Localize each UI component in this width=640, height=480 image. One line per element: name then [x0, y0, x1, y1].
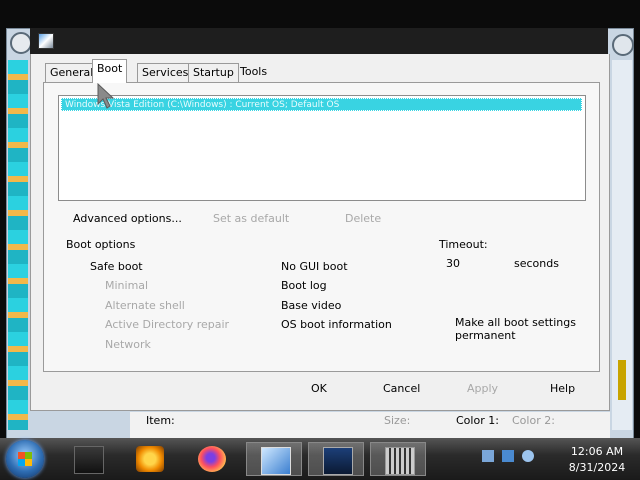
- taskbar-task-manager[interactable]: [308, 442, 364, 476]
- firefox-icon: [198, 446, 226, 472]
- msconfig-icon: [38, 33, 54, 49]
- taskbar: 12:06 AM 8/31/2024: [0, 438, 640, 480]
- task-manager-icon: [323, 447, 353, 475]
- search-icon[interactable]: [612, 34, 634, 56]
- start-button[interactable]: [6, 440, 44, 478]
- timeout-unit: seconds: [514, 257, 559, 270]
- background-properties-panel: Item: Size: Color 1: Color 2:: [130, 412, 610, 440]
- boot-options-heading: Boot options: [66, 238, 136, 251]
- size-label: Size:: [384, 414, 411, 427]
- media-player-icon: [74, 446, 104, 474]
- background-colorful-sidebar: [8, 60, 28, 430]
- set-default-button[interactable]: Set as default: [213, 212, 289, 225]
- boot-tab-panel: Windows Vista Edition (C:\Windows) : Cur…: [43, 82, 600, 372]
- apply-button[interactable]: Apply: [467, 382, 498, 395]
- minimal-radio[interactable]: Minimal: [105, 279, 148, 292]
- network-radio[interactable]: Network: [105, 338, 151, 351]
- color1-label: Color 1:: [456, 414, 499, 427]
- taskbar-firefox[interactable]: [184, 442, 240, 476]
- timeout-input[interactable]: 30: [442, 256, 510, 272]
- background-back-button[interactable]: [10, 32, 32, 54]
- taskbar-clock[interactable]: 12:06 AM 8/31/2024: [560, 444, 634, 476]
- clock-time: 12:06 AM: [570, 445, 624, 458]
- tab-boot[interactable]: Boot: [92, 59, 128, 83]
- ad-repair-radio[interactable]: Active Directory repair: [105, 318, 229, 331]
- taskbar-media-center[interactable]: [122, 442, 178, 476]
- windows-logo-icon: [18, 452, 32, 466]
- make-permanent-label: permanent: [455, 329, 516, 342]
- make-permanent-checkbox[interactable]: Make all boot settings: [455, 316, 576, 329]
- control-panel-icon: [261, 447, 291, 475]
- tab-services[interactable]: Services: [137, 63, 194, 82]
- dialog-titlebar[interactable]: [30, 28, 608, 54]
- alternate-shell-radio[interactable]: Alternate shell: [105, 299, 185, 312]
- display-tray-icon[interactable]: [502, 450, 514, 462]
- safe-boot-checkbox[interactable]: Safe boot: [90, 260, 143, 273]
- boot-os-list[interactable]: Windows Vista Edition (C:\Windows) : Cur…: [58, 95, 586, 201]
- keyboard-icon: [385, 447, 415, 475]
- os-boot-info-checkbox[interactable]: OS boot information: [281, 318, 392, 331]
- tab-tools[interactable]: Tools: [236, 63, 271, 81]
- windows-media-center-icon: [136, 446, 164, 472]
- tab-startup[interactable]: Startup: [188, 63, 239, 82]
- taskbar-control-panel[interactable]: [246, 442, 302, 476]
- help-button[interactable]: Help: [550, 382, 575, 395]
- boot-log-checkbox[interactable]: Boot log: [281, 279, 327, 292]
- base-video-checkbox[interactable]: Base video: [281, 299, 341, 312]
- timeout-label: Timeout:: [439, 238, 488, 251]
- volume-tray-icon[interactable]: [522, 450, 534, 462]
- system-tray: [482, 450, 542, 465]
- network-tray-icon[interactable]: [482, 450, 494, 462]
- item-label: Item:: [146, 414, 175, 427]
- taskbar-on-screen-keyboard[interactable]: [370, 442, 426, 476]
- boot-entry-selected[interactable]: Windows Vista Edition (C:\Windows) : Cur…: [61, 98, 582, 111]
- cancel-button[interactable]: Cancel: [383, 382, 420, 395]
- background-scrollbar[interactable]: [612, 60, 632, 430]
- tab-general[interactable]: General: [45, 63, 99, 82]
- advanced-options-button[interactable]: Advanced options...: [73, 212, 182, 225]
- ok-button[interactable]: OK: [311, 382, 327, 395]
- clock-date: 8/31/2024: [568, 461, 626, 474]
- color2-label: Color 2:: [512, 414, 555, 427]
- scroll-thumb[interactable]: [618, 360, 626, 400]
- delete-button[interactable]: Delete: [345, 212, 381, 225]
- no-gui-boot-checkbox[interactable]: No GUI boot: [281, 260, 348, 273]
- taskbar-media-player[interactable]: [60, 442, 116, 476]
